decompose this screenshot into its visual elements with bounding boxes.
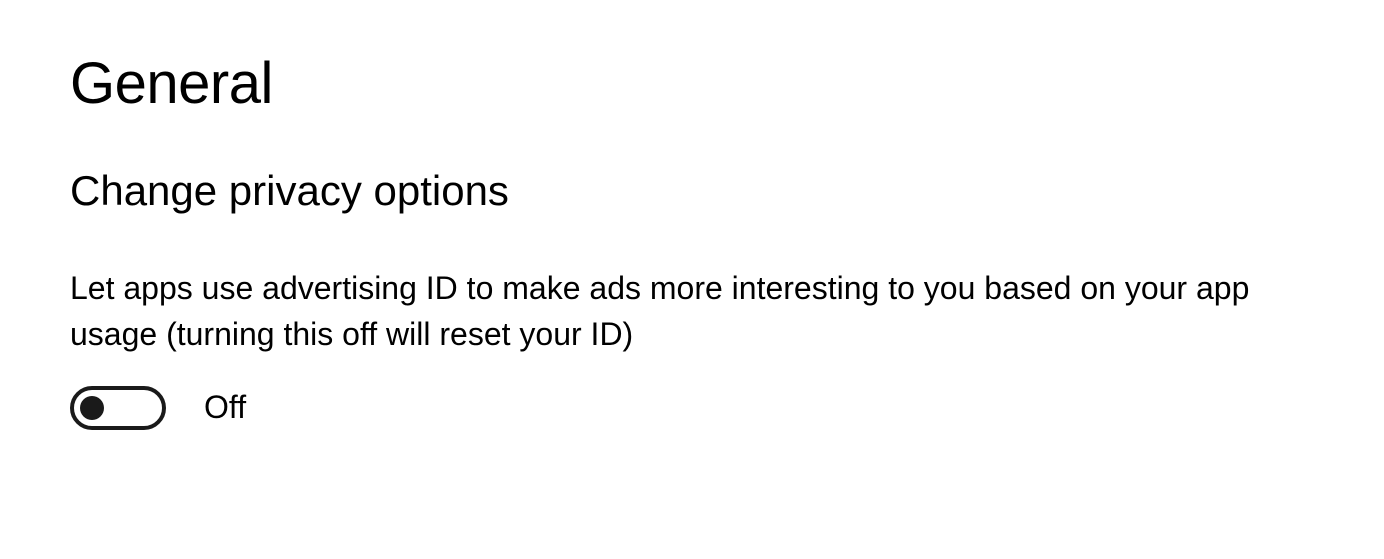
section-heading-privacy-options: Change privacy options [70, 167, 1314, 215]
setting-description-advertising-id: Let apps use advertising ID to make ads … [70, 265, 1250, 358]
page-title: General [70, 50, 1314, 117]
toggle-knob-icon [80, 396, 104, 420]
toggle-state-label: Off [204, 389, 246, 426]
toggle-advertising-id[interactable] [70, 386, 166, 430]
toggle-row-advertising-id: Off [70, 386, 1314, 430]
